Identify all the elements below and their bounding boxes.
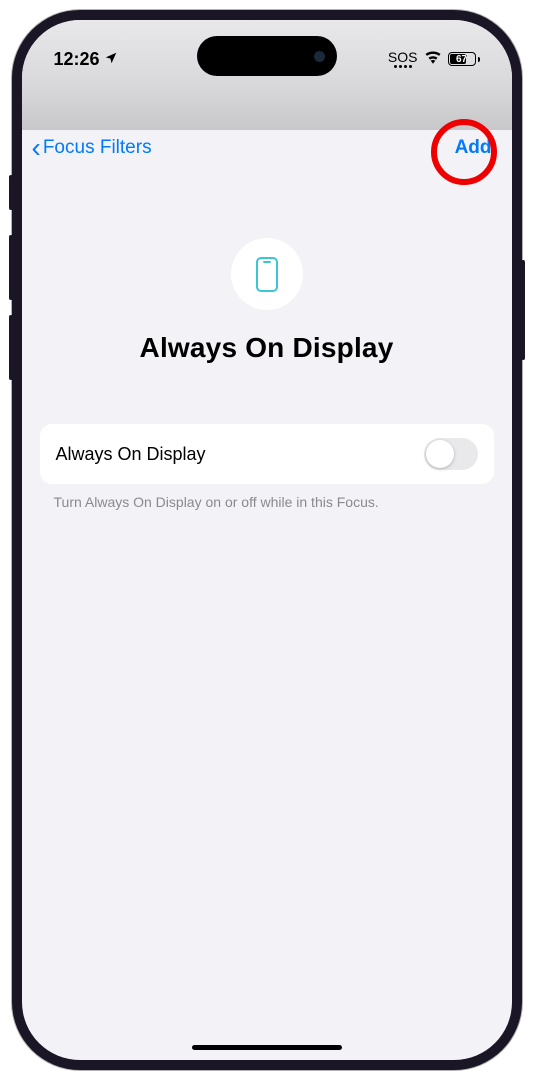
page-title: Always On Display	[42, 332, 492, 364]
hero-icon-container	[231, 238, 303, 310]
settings-group: Always On Display	[40, 424, 494, 484]
status-time-area: 12:26	[54, 49, 118, 70]
always-on-display-toggle[interactable]	[424, 438, 478, 470]
location-icon	[104, 49, 118, 70]
setting-footer: Turn Always On Display on or off while i…	[54, 494, 480, 510]
hero-section: Always On Display	[22, 200, 512, 394]
dynamic-island	[197, 36, 337, 76]
toggle-knob	[426, 440, 454, 468]
always-on-display-row: Always On Display	[40, 424, 494, 484]
wifi-icon	[424, 50, 442, 69]
volume-up	[9, 235, 13, 300]
home-indicator[interactable]	[192, 1045, 342, 1050]
sos-indicator: SOS	[388, 50, 418, 68]
status-time: 12:26	[54, 49, 100, 70]
add-button[interactable]: Add	[449, 131, 498, 165]
phone-icon	[256, 257, 278, 292]
phone-frame: 12:26 SOS	[12, 10, 522, 1070]
volume-down	[9, 315, 13, 380]
back-label: Focus Filters	[43, 137, 152, 159]
content-area: Always On Display Always On Display Turn…	[22, 130, 512, 510]
battery-indicator: 67	[448, 52, 480, 66]
camera-dot	[314, 51, 325, 62]
nav-bar: ‹ Focus Filters Add	[22, 120, 512, 175]
setting-label: Always On Display	[56, 444, 206, 465]
screen: 12:26 SOS	[22, 20, 512, 1060]
silent-switch	[9, 175, 13, 210]
status-indicators: SOS 67	[388, 50, 480, 69]
chevron-left-icon: ‹	[32, 132, 41, 164]
power-button	[521, 260, 525, 360]
back-button[interactable]: ‹ Focus Filters	[32, 132, 152, 164]
